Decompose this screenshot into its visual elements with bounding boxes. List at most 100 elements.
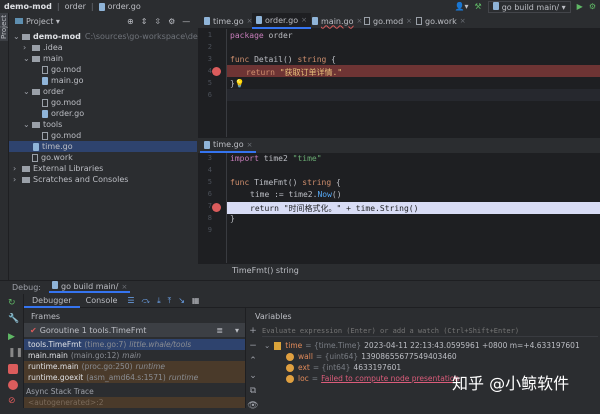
filter-icon[interactable]: ≣ [216,326,223,335]
add-watch-icon[interactable]: + [246,324,260,339]
chevron-down-icon[interactable]: ⌄ [23,87,32,96]
mute-breakpoints-icon[interactable]: ⊘ [8,396,18,406]
editor-bottom: 3 4 5 6 7 8 9 import time2 "time" func TimeFmt… [198,153,600,263]
hide-icon[interactable]: — [182,17,190,26]
tree-item[interactable]: › External Libraries [13,163,103,174]
debug-icon[interactable]: ⚙ [589,2,596,11]
tree-item[interactable]: ⌄ order [23,86,64,97]
tree-item[interactable]: time.go [9,141,197,152]
move-down-icon[interactable]: ⌄ [246,369,260,384]
variable-row[interactable]: ⌄ time = {time.Time} 2023-04-11 22:13:43.05… [264,340,580,351]
file-icon [416,17,422,25]
tab-label: time.go [213,140,244,149]
breakpoint-icon[interactable] [212,203,221,212]
tree-item[interactable]: go.mod [33,130,81,141]
frame-row[interactable]: runtime.goexit (asm_amd64.s:1571) runtime [24,372,245,383]
evaluate-icon[interactable]: ▦ [192,296,200,306]
tree-item[interactable]: main.go [33,75,84,86]
tab-debugger[interactable]: Debugger [24,294,80,308]
rerun-icon[interactable]: ↻ [8,298,18,308]
chevron-down-icon[interactable]: ▾ [235,326,239,335]
tab-time-go[interactable]: time.go × [200,13,256,29]
step-over-icon[interactable]: ⤼ [142,296,151,306]
variable-row[interactable]: wall = {uint64} 13908655677549403460 [286,351,457,362]
tree-item-label: main [43,54,63,63]
tree-item[interactable]: go.mod [33,97,81,108]
debug-session-tab[interactable]: go build main/× [49,281,131,293]
mod-icon [42,65,48,74]
breakpoint-icon[interactable] [212,67,221,76]
chevron-right-icon[interactable]: › [13,164,22,173]
build-hammer-icon[interactable]: ⚒ [475,2,482,11]
file-icon [256,16,262,24]
tree-item[interactable]: ⌄ tools [23,119,62,130]
run-icon[interactable]: ▶ [577,2,583,11]
copy-icon[interactable]: ⧉ [246,384,260,399]
tree-item[interactable]: › Scratches and Consoles [13,174,128,185]
chevron-down-icon[interactable]: ⌄ [23,54,32,63]
tree-item[interactable]: ⌄ main [23,53,63,64]
tree-item[interactable]: › .idea [23,42,63,53]
step-into-icon[interactable]: ⤓ [157,296,161,306]
resume-icon[interactable]: ▶ [8,332,18,342]
tool-window-strip: Project [0,13,9,283]
settings-wrench-icon[interactable]: 🔧 [8,314,19,324]
code-breadcrumb[interactable]: TimeFmt() string [198,263,600,276]
chevron-down-icon[interactable]: ⌄ [264,341,270,350]
step-out-icon[interactable]: ⤒ [168,296,172,306]
tab-console[interactable]: Console [80,296,124,305]
variable-row[interactable]: ext = {int64} 4633197601 [286,362,401,373]
goroutine-select[interactable]: ✔ Goroutine 1 tools.TimeFmt ≣ ▾ [24,323,245,337]
tab-go-mod[interactable]: go.mod × [360,13,416,29]
frame-row[interactable]: main.main (main.go:12) main [24,350,245,361]
scratch-icon [22,176,30,183]
eye-icon[interactable]: 👁 [246,399,260,414]
variable-value: Failed to compute node presentation [321,374,460,383]
tab-go-work[interactable]: go.work × [412,13,470,29]
evaluate-input[interactable] [262,325,598,337]
project-name[interactable]: demo-mod [4,2,52,11]
close-icon[interactable]: × [301,16,307,24]
variable-row[interactable]: loc = Failed to compute node presentation [286,373,459,384]
locate-icon[interactable]: ⊕ [127,17,134,26]
tree-item-label: go.mod [51,98,82,107]
project-view-select[interactable]: Project ▾ [15,15,60,27]
tab-order-go[interactable]: order.go × [252,13,311,29]
project-strip-button[interactable]: Project [0,13,8,41]
chevron-down-icon[interactable]: ⌄ [23,120,32,129]
crumb-file[interactable]: order.go [108,2,141,11]
frame-row[interactable]: tools.TimeFmt (time.go:7) little.whale/too… [24,339,245,350]
file-icon [364,17,370,25]
view-breakpoints-icon[interactable] [8,380,18,390]
frame-row[interactable]: <autogenerated>:2 [24,397,245,408]
lib-icon [22,165,30,172]
close-icon[interactable]: × [460,17,466,25]
lightbulb-icon[interactable]: 💡 [235,79,245,88]
tree-item[interactable]: order.go [33,108,84,119]
gear-icon[interactable]: ⚙ [168,17,175,26]
menu-icon[interactable]: ☰ [127,296,134,306]
go-file-icon [98,2,105,11]
remove-watch-icon[interactable]: − [246,339,260,354]
run-to-cursor-icon[interactable]: ↘ [178,296,185,306]
close-icon[interactable]: × [247,141,253,149]
tree-item[interactable]: go.work [23,152,73,163]
line-number: 6 [207,190,212,198]
debug-label: Debug: [12,282,42,292]
expand-all-icon[interactable]: ⇕ [141,17,148,26]
chevron-right-icon[interactable]: › [23,43,32,52]
chevron-down-icon[interactable]: ⌄ [13,32,22,41]
collapse-all-icon[interactable]: ⇳ [154,17,161,26]
move-up-icon[interactable]: ⌃ [246,354,260,369]
tab-time-go[interactable]: time.go × [200,138,257,153]
run-config-select[interactable]: go build main/ ▾ [487,0,571,13]
tree-item[interactable]: go.mod [33,64,81,75]
crumb-order[interactable]: order [65,2,86,11]
tab-main-go[interactable]: main.go × [308,13,366,29]
frame-row[interactable]: runtime.main (proc.go:250) runtime [24,361,245,372]
user-icon[interactable]: 👤▾ [455,2,469,11]
stop-icon[interactable] [8,364,18,374]
tree-item-label: order.go [51,109,85,118]
chevron-right-icon[interactable]: › [13,175,22,184]
pause-icon[interactable]: ❚❚ [8,348,23,358]
